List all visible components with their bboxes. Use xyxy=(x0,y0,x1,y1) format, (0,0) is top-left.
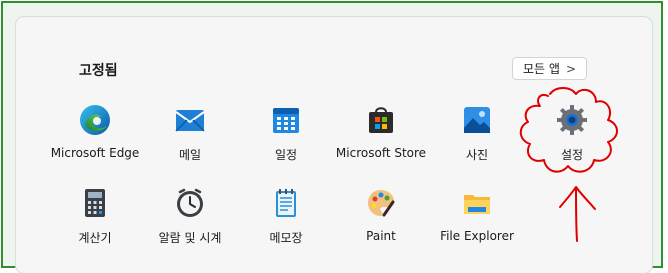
settings-gear-icon xyxy=(557,105,587,135)
app-file-explorer[interactable]: File Explorer xyxy=(422,187,532,259)
app-label: 계산기 xyxy=(78,231,112,245)
app-label: 일정 xyxy=(274,148,298,162)
app-alarms-clock[interactable]: 알람 및 시계 xyxy=(135,187,245,259)
edge-icon xyxy=(80,105,110,135)
app-label: 메모장 xyxy=(269,231,303,245)
app-label: 설정 xyxy=(560,148,584,162)
app-paint[interactable]: Paint xyxy=(326,187,436,259)
app-calendar[interactable]: 일정 xyxy=(231,104,341,176)
alarm-clock-icon xyxy=(177,188,203,217)
all-apps-label: 모든 앱 xyxy=(523,62,560,76)
store-icon xyxy=(369,107,393,133)
app-microsoft-store[interactable]: Microsoft Store xyxy=(326,104,436,176)
app-mail[interactable]: 메일 xyxy=(135,104,245,176)
app-calculator[interactable]: 계산기 xyxy=(40,187,150,259)
app-notepad[interactable]: 메모장 xyxy=(231,187,341,259)
chevron-right-icon: > xyxy=(565,61,576,76)
app-microsoft-edge[interactable]: Microsoft Edge xyxy=(40,104,150,176)
app-label: Paint xyxy=(366,229,396,243)
pinned-section-title: 고정됨 xyxy=(79,63,118,79)
app-label: 알람 및 시계 xyxy=(158,231,222,245)
file-explorer-icon xyxy=(464,195,490,214)
all-apps-button[interactable]: 모든 앱 > xyxy=(512,57,587,80)
app-label: Microsoft Edge xyxy=(50,146,140,160)
app-label: Microsoft Store xyxy=(335,146,427,160)
photos-icon xyxy=(464,107,490,133)
calendar-icon xyxy=(273,108,299,133)
paint-icon xyxy=(368,190,395,217)
notepad-icon xyxy=(276,189,296,217)
app-label: 메일 xyxy=(178,148,202,162)
app-label: File Explorer xyxy=(440,229,514,243)
app-settings[interactable]: 설정 xyxy=(517,104,627,176)
app-photos[interactable]: 사진 xyxy=(422,104,532,176)
app-label: 사진 xyxy=(465,148,489,162)
calculator-icon xyxy=(85,189,105,217)
mail-icon xyxy=(175,110,205,132)
